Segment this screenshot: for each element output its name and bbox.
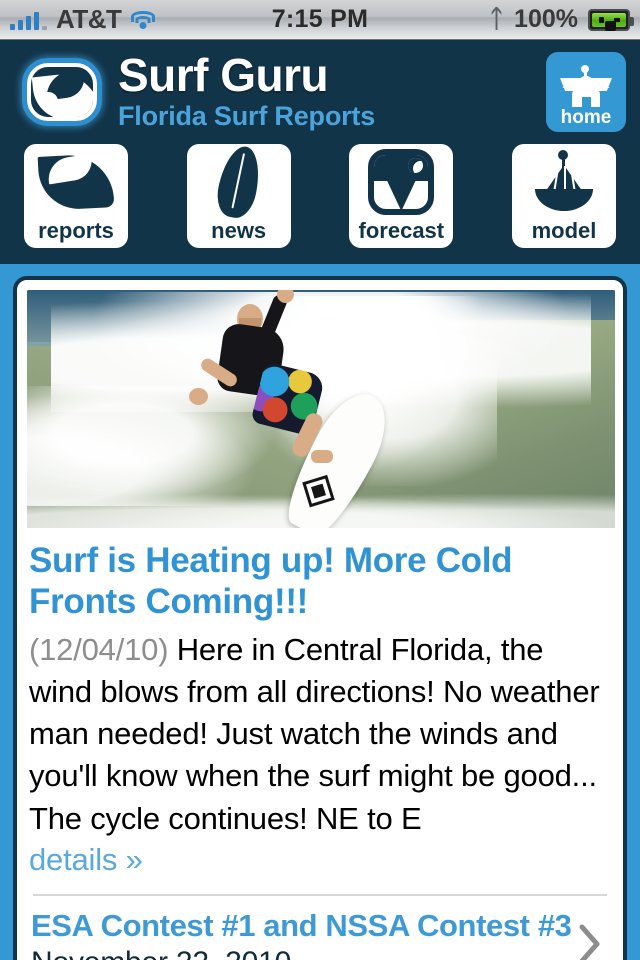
content-stage: Surf is Heating up! More Cold Fronts Com… [0, 264, 640, 960]
list-item[interactable]: ESA Contest #1 and NSSA Contest #3 Novem… [27, 896, 613, 960]
list-item-title: ESA Contest #1 and NSSA Contest #3 [31, 907, 572, 943]
nav-tile-news-label: news [211, 218, 267, 243]
article-date: (12/04/10) [29, 631, 169, 667]
app-subtitle: Florida Surf Reports [118, 100, 376, 131]
brand-titles: Surf Guru Florida Surf Reports [110, 52, 375, 132]
surfer-in-photo [189, 290, 385, 485]
surf-guru-wave-logo [14, 52, 110, 132]
status-bar: AT&T 7:15 PM ᛏ 100% [0, 0, 640, 40]
brand-row: Surf Guru Florida Surf Reports home [0, 48, 640, 138]
nav-tile-model-label: model [531, 218, 597, 243]
home-button-label: home [560, 107, 612, 128]
battery-percent-label: 100% [514, 5, 578, 33]
buoy-icon [512, 144, 616, 220]
article-headline[interactable]: Surf is Heating up! More Cold Fronts Com… [29, 541, 611, 623]
lifeguard-tower-icon [560, 65, 612, 107]
app-header: Surf Guru Florida Surf Reports home repo… [0, 40, 640, 264]
surfboard-icon [187, 142, 291, 222]
nav-tile-reports[interactable]: reports [24, 144, 128, 248]
chevron-right-icon [573, 922, 607, 960]
article-body: (12/04/10) Here in Central Florida, the … [29, 629, 611, 840]
app-title: Surf Guru [118, 49, 329, 102]
article-hero-image [27, 290, 615, 528]
article-details-link[interactable]: details » [29, 840, 611, 880]
nav-tile-model[interactable]: model [511, 144, 616, 248]
status-bar-right: ᛏ 100% [489, 5, 634, 34]
nav-tile-forecast[interactable]: forecast [349, 144, 454, 248]
home-button[interactable]: home [546, 52, 626, 132]
battery-charging-icon [588, 8, 634, 31]
list-item-date: November 22, 2010 [31, 946, 291, 960]
bluetooth-icon: ᛏ [489, 5, 505, 33]
content-card: Surf is Heating up! More Cold Fronts Com… [13, 276, 627, 960]
nav-tiles: reports news forecast model [0, 138, 640, 264]
nav-tile-news[interactable]: news [186, 142, 291, 248]
nav-tile-forecast-label: forecast [358, 218, 445, 243]
wave-icon [24, 144, 128, 220]
nav-tile-reports-label: reports [38, 218, 114, 243]
moon-wave-icon [349, 144, 453, 220]
